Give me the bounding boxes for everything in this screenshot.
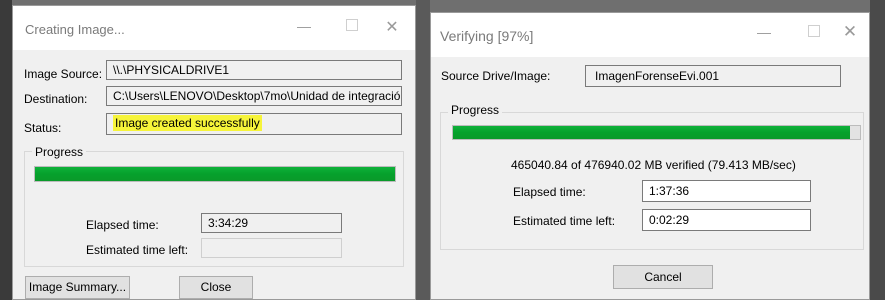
image-source-field: \\.\PHYSICALDRIVE1 xyxy=(106,60,402,80)
desktop-background-right xyxy=(870,0,885,300)
progress-bar xyxy=(452,125,861,140)
source-drive-field: ImagenForenseEvi.001 xyxy=(585,65,841,87)
progress-group-title: Progress xyxy=(448,103,503,117)
progress-group-title: Progress xyxy=(32,145,87,159)
estimated-time-left-label: Estimated time left: xyxy=(513,214,616,228)
dialog-title: Creating Image... xyxy=(25,22,125,37)
destination-field: C:\Users\LENOVO\Desktop\7mo\Unidad de in… xyxy=(106,86,402,106)
progress-bar xyxy=(34,166,396,182)
image-summary-button[interactable]: Image Summary... xyxy=(25,276,130,299)
close-icon[interactable]: ✕ xyxy=(377,17,407,37)
status-text: Image created successfully xyxy=(113,115,262,131)
status-field: Image created successfully xyxy=(106,113,402,135)
source-drive-label: Source Drive/Image: xyxy=(441,69,551,83)
estimated-time-left-label: Estimated time left: xyxy=(86,243,189,257)
title-bar: Creating Image... — ✕ xyxy=(13,6,415,50)
verifying-dialog: Verifying [97%] — ✕ Source Drive/Image: … xyxy=(430,12,870,300)
maximize-icon[interactable] xyxy=(337,17,367,34)
minimize-icon[interactable]: — xyxy=(749,24,779,40)
status-label: Status: xyxy=(24,121,62,135)
maximize-icon[interactable] xyxy=(799,23,829,40)
elapsed-time-label: Elapsed time: xyxy=(86,218,159,232)
elapsed-time-field: 3:34:29 xyxy=(201,213,342,233)
elapsed-time-label: Elapsed time: xyxy=(513,185,586,199)
dialog-title: Verifying [97%] xyxy=(440,28,534,44)
cancel-button[interactable]: Cancel xyxy=(613,265,713,289)
minimize-icon[interactable]: — xyxy=(289,18,319,34)
desktop-background-middle xyxy=(416,0,430,300)
estimated-time-left-field xyxy=(201,238,342,258)
close-button[interactable]: Close xyxy=(179,276,253,299)
creating-image-dialog: Creating Image... — ✕ Image Source: \\.\… xyxy=(12,5,416,300)
progress-bar-fill xyxy=(453,126,850,139)
destination-label: Destination: xyxy=(24,92,88,106)
desktop-background-left xyxy=(0,0,12,300)
image-source-label: Image Source: xyxy=(24,67,103,81)
elapsed-time-field: 1:37:36 xyxy=(642,180,811,202)
estimated-time-left-field: 0:02:29 xyxy=(642,209,811,231)
progress-bar-fill xyxy=(35,167,395,181)
close-icon[interactable]: ✕ xyxy=(835,22,865,42)
verified-progress-text: 465040.84 of 476940.02 MB verified (79.4… xyxy=(511,158,796,172)
title-bar: Verifying [97%] — ✕ xyxy=(431,13,869,57)
